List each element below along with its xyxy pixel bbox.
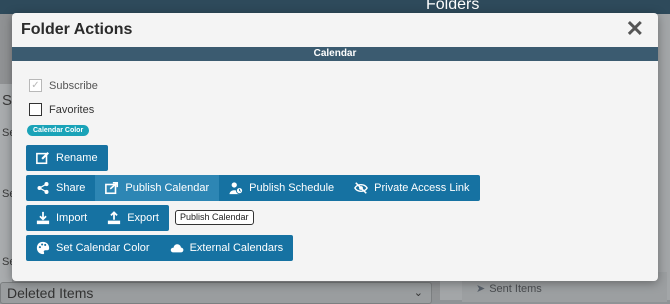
- sent-items-label: Sent Items: [489, 283, 542, 295]
- color-external-group: Set Calendar Color External Calendars: [26, 235, 294, 261]
- bg-label-s: S: [2, 92, 13, 109]
- external-calendars-button[interactable]: External Calendars: [160, 235, 294, 261]
- import-export-group: Import Export: [26, 205, 169, 231]
- calendar-section-header: Calendar: [12, 47, 658, 61]
- deleted-items-select[interactable]: Deleted Items ⌄: [0, 282, 432, 304]
- rename-group: Rename: [26, 145, 108, 171]
- subscribe-checkbox-row[interactable]: ✓ Subscribe: [29, 79, 98, 92]
- external-calendars-label: External Calendars: [189, 242, 284, 254]
- import-label: Import: [56, 212, 88, 224]
- subscribe-checkbox[interactable]: ✓: [29, 79, 42, 92]
- share-label: Share: [56, 182, 86, 194]
- favorites-checkbox[interactable]: [29, 103, 42, 116]
- close-icon[interactable]: ✕: [626, 17, 644, 41]
- import-button[interactable]: Import: [26, 205, 97, 231]
- export-button[interactable]: Export: [97, 205, 169, 231]
- favorites-label: Favorites: [49, 103, 95, 116]
- publish-calendar-button[interactable]: Publish Calendar: [95, 175, 220, 201]
- cloud-icon: [170, 244, 183, 253]
- download-icon: [36, 211, 50, 225]
- share-button[interactable]: Share: [26, 175, 95, 201]
- edit-icon: [36, 152, 49, 165]
- private-access-link-label: Private Access Link: [374, 182, 470, 194]
- folder-actions-modal: Folder Actions ✕ Calendar ✓ Subscribe Fa…: [12, 13, 658, 281]
- background-left-strip: [0, 84, 12, 284]
- rename-button[interactable]: Rename: [26, 145, 108, 171]
- export-label: Export: [127, 212, 159, 224]
- rename-label: Rename: [56, 152, 98, 164]
- user-clock-icon: [229, 182, 244, 195]
- private-access-link-button[interactable]: Private Access Link: [344, 175, 479, 201]
- palette-icon: [36, 241, 50, 255]
- folders-title: Folders: [426, 0, 480, 13]
- publish-calendar-label: Publish Calendar: [125, 182, 210, 194]
- publish-calendar-tooltip: Publish Calendar: [175, 210, 254, 225]
- chevron-down-icon: ⌄: [413, 287, 423, 299]
- set-calendar-color-label: Set Calendar Color: [56, 242, 150, 254]
- send-icon: ➤: [476, 283, 486, 295]
- set-calendar-color-button[interactable]: Set Calendar Color: [26, 235, 160, 261]
- select-value: Deleted Items: [7, 285, 94, 301]
- calendar-color-badge: Calendar Color: [27, 125, 90, 136]
- eye-slash-icon: [354, 182, 369, 194]
- publish-schedule-label: Publish Schedule: [249, 182, 335, 194]
- share-icon: [37, 182, 49, 194]
- publish-schedule-button[interactable]: Publish Schedule: [219, 175, 344, 201]
- share-group: Share Publish Calendar Publish Schedule: [26, 175, 480, 201]
- external-share-icon: [105, 181, 119, 195]
- modal-title: Folder Actions: [21, 21, 133, 38]
- favorites-checkbox-row[interactable]: Favorites: [29, 103, 94, 116]
- background-top-bar: Folders: [0, 0, 670, 14]
- upload-icon: [108, 211, 121, 225]
- subscribe-label: Subscribe: [49, 79, 98, 92]
